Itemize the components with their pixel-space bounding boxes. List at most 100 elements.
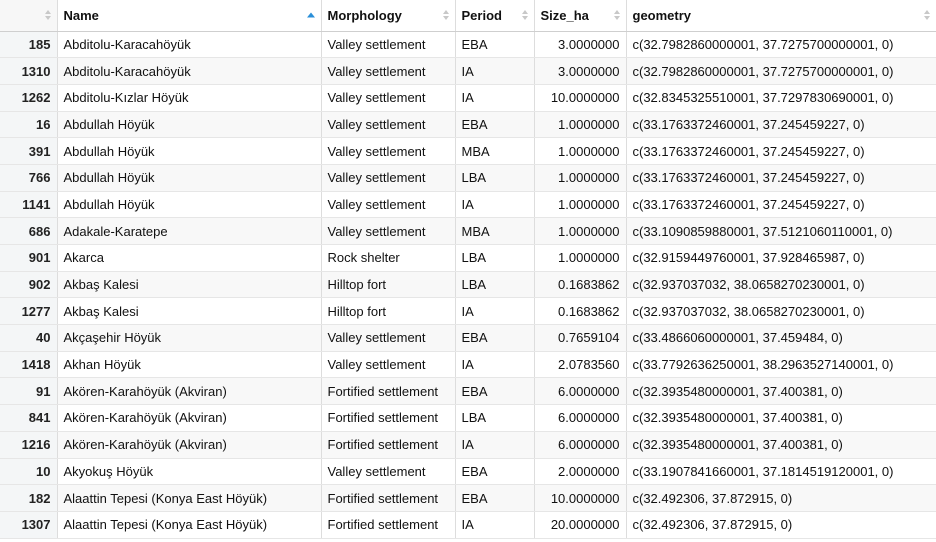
cell-size: 6.0000000 (534, 377, 627, 406)
cell-rownum: 1141 (0, 191, 58, 219)
table-row[interactable]: 391 Abdullah Höyük Valley settlement MBA 1.0… (0, 137, 936, 165)
cell-geometry: c(32.492306, 37.872915, 0) (626, 484, 936, 512)
cell-morphology: Valley settlement (321, 458, 456, 486)
cell-rownum: 766 (0, 164, 58, 192)
cell-period: MBA (455, 217, 535, 245)
cell-period: EBA (455, 31, 535, 59)
cell-period: LBA (455, 244, 535, 272)
cell-morphology: Valley settlement (321, 137, 456, 165)
cell-rownum: 91 (0, 377, 58, 406)
cell-morphology: Fortified settlement (321, 484, 456, 512)
table-row[interactable]: 1262 Abditolu-Kızlar Höyük Valley settleme… (0, 84, 936, 112)
header-row: Name Morphology Period Size_ha geometry (0, 0, 936, 32)
table-row[interactable]: 40 Akçaşehir Höyük Valley settlement EBA 0.7… (0, 324, 936, 352)
table-row[interactable]: 686 Adakale-Karatepe Valley settlement MBA 1… (0, 217, 936, 245)
cell-name: Akören-Karahöyük (Akviran) (57, 404, 322, 432)
cell-rownum: 902 (0, 271, 58, 299)
cell-size: 0.1683862 (534, 271, 627, 299)
cell-name: Akçaşehir Höyük (57, 324, 322, 352)
cell-geometry: c(32.3935480000001, 37.400381, 0) (626, 431, 936, 459)
cell-morphology: Valley settlement (321, 84, 456, 112)
table-row[interactable]: 1418 Akhan Höyük Valley settlement IA 2.0783… (0, 351, 936, 379)
cell-rownum: 1262 (0, 84, 58, 112)
cell-morphology: Valley settlement (321, 57, 456, 85)
table-row[interactable]: 841 Akören-Karahöyük (Akviran) Fortified s… (0, 404, 936, 432)
table-row[interactable]: 766 Abdullah Höyük Valley settlement LBA 1.0… (0, 164, 936, 192)
cell-size: 1.0000000 (534, 111, 627, 139)
cell-morphology: Valley settlement (321, 164, 456, 192)
cell-name: Alaattin Tepesi (Konya East Höyük) (57, 511, 322, 539)
column-header-size[interactable]: Size_ha (534, 0, 627, 32)
sort-up-arrow-icon (442, 10, 449, 15)
cell-name: Akbaş Kalesi (57, 297, 322, 326)
column-header-label: Name (63, 7, 99, 23)
cell-period: IA (455, 191, 535, 219)
table-row[interactable]: 1277 Akbaş Kalesi Hilltop fort IA 0.1683862 c… (0, 297, 936, 326)
sort-icon[interactable] (442, 10, 449, 21)
cell-size: 10.0000000 (534, 84, 627, 112)
table-row[interactable]: 10 Akyokuş Höyük Valley settlement EBA 2.000… (0, 458, 936, 486)
table-row[interactable]: 185 Abditolu-Karacahöyük Valley settlement… (0, 31, 936, 59)
cell-size: 0.7659104 (534, 324, 627, 352)
cell-period: EBA (455, 458, 535, 486)
cell-geometry: c(32.7982860000001, 37.7275700000001, 0) (626, 57, 936, 85)
table-row[interactable]: 1141 Abdullah Höyük Valley settlement IA 1.0… (0, 191, 936, 219)
cell-period: IA (455, 84, 535, 112)
cell-geometry: c(33.7792636250001, 38.2963527140001, 0) (626, 351, 936, 379)
sort-ascending-icon[interactable] (306, 12, 315, 18)
cell-geometry: c(33.1763372460001, 37.245459227, 0) (626, 111, 936, 139)
column-header-period[interactable]: Period (455, 0, 535, 32)
cell-geometry: c(32.492306, 37.872915, 0) (626, 511, 936, 539)
table-row[interactable]: 1216 Akören-Karahöyük (Akviran) Fortified … (0, 431, 936, 459)
column-header-morphology[interactable]: Morphology (321, 0, 456, 32)
table-row[interactable]: 1310 Abditolu-Karacahöyük Valley settlemen… (0, 57, 936, 85)
data-table: Name Morphology Period Size_ha geometry 185 A… (0, 0, 936, 539)
cell-size: 2.0783560 (534, 351, 627, 379)
column-header-rownum[interactable] (0, 0, 58, 32)
column-header-name[interactable]: Name (57, 0, 322, 32)
cell-rownum: 185 (0, 31, 58, 59)
cell-rownum: 1277 (0, 297, 58, 326)
sort-up-arrow-icon (521, 10, 528, 15)
sort-icon[interactable] (923, 10, 930, 21)
cell-rownum: 1216 (0, 431, 58, 459)
table-body: 185 Abditolu-Karacahöyük Valley settlement… (0, 31, 936, 539)
cell-morphology: Fortified settlement (321, 431, 456, 459)
cell-name: Akören-Karahöyük (Akviran) (57, 431, 322, 459)
cell-size: 1.0000000 (534, 191, 627, 219)
cell-geometry: c(32.3935480000001, 37.400381, 0) (626, 404, 936, 432)
cell-size: 10.0000000 (534, 484, 627, 512)
sort-icon[interactable] (521, 10, 528, 21)
cell-period: LBA (455, 404, 535, 432)
cell-geometry: c(33.4866060000001, 37.459484, 0) (626, 324, 936, 352)
cell-name: Abdullah Höyük (57, 164, 322, 192)
table-row[interactable]: 91 Akören-Karahöyük (Akviran) Fortified se… (0, 377, 936, 406)
sort-up-arrow-icon (44, 10, 51, 15)
table-header: Name Morphology Period Size_ha geometry (0, 0, 936, 32)
cell-period: LBA (455, 164, 535, 192)
cell-size: 3.0000000 (534, 57, 627, 85)
column-header-geometry[interactable]: geometry (626, 0, 936, 32)
sort-icon[interactable] (44, 10, 51, 21)
cell-period: IA (455, 351, 535, 379)
cell-rownum: 40 (0, 324, 58, 352)
cell-morphology: Fortified settlement (321, 404, 456, 432)
cell-rownum: 841 (0, 404, 58, 432)
sort-down-arrow-icon (44, 16, 51, 21)
sort-up-arrow-icon (923, 10, 930, 15)
cell-rownum: 1307 (0, 511, 58, 539)
cell-size: 0.1683862 (534, 297, 627, 326)
table-row[interactable]: 901 Akarca Rock shelter LBA 1.0000000 c(32.91… (0, 244, 936, 272)
cell-name: Akbaş Kalesi (57, 271, 322, 299)
table-row[interactable]: 182 Alaattin Tepesi (Konya East Höyük) For… (0, 484, 936, 512)
data-viewer-grid: Name Morphology Period Size_ha geometry 185 A… (0, 0, 936, 542)
cell-size: 2.0000000 (534, 458, 627, 486)
table-row[interactable]: 16 Abdullah Höyük Valley settlement EBA 1.00… (0, 111, 936, 139)
cell-size: 1.0000000 (534, 217, 627, 245)
cell-period: EBA (455, 484, 535, 512)
table-row[interactable]: 1307 Alaattin Tepesi (Konya East Höyük) Fo… (0, 511, 936, 539)
cell-geometry: c(32.937037032, 38.0658270230001, 0) (626, 271, 936, 299)
table-row[interactable]: 902 Akbaş Kalesi Hilltop fort LBA 0.1683862 c… (0, 271, 936, 299)
sort-icon[interactable] (613, 10, 620, 21)
column-header-label: Morphology (327, 7, 402, 23)
